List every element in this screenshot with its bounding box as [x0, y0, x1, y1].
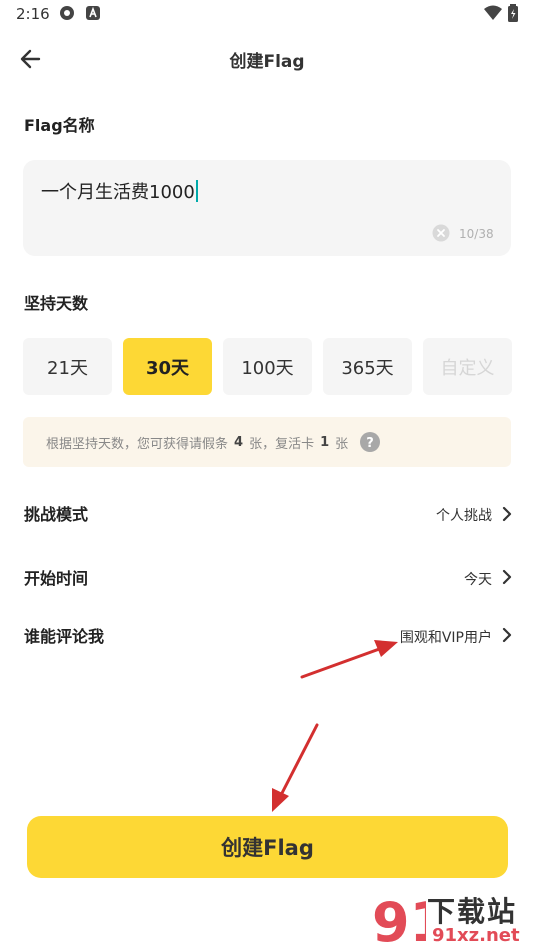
challenge-mode-value: 个人挑战 [436, 508, 492, 524]
comment-permission-label: 谁能评论我 [24, 627, 105, 646]
flag-name-value: 一个月生活费1000 [41, 178, 198, 204]
chevron-right-icon [502, 627, 512, 643]
char-counter: 10/38 [459, 227, 494, 241]
watermark-brand: 下载站 [427, 895, 518, 928]
start-time-label: 开始时间 [24, 569, 89, 588]
svg-text:91: 91 [372, 891, 426, 949]
flag-name-input[interactable]: 一个月生活费1000 10/38 [23, 160, 511, 256]
revive-count: 1 [320, 434, 330, 450]
day-option-365[interactable]: 365天 [323, 338, 412, 395]
annotation-arrow-2 [278, 723, 319, 799]
watermark-logo: 91 [372, 891, 426, 949]
chevron-right-icon [502, 506, 512, 522]
clear-icon[interactable] [432, 224, 450, 242]
info-text-3: 张 [335, 436, 349, 452]
watermark-url: 91xz.net [432, 925, 520, 946]
comment-permission-value: 围观和VIP用户 [399, 630, 492, 646]
day-option-21[interactable]: 21天 [23, 338, 112, 395]
challenge-mode-row[interactable]: 挑战模式 个人挑战 [0, 495, 534, 535]
create-flag-button[interactable]: 创建Flag [27, 816, 508, 878]
help-icon[interactable]: ? [360, 432, 381, 452]
svg-text:?: ? [366, 436, 374, 451]
reward-info-bar: 根据坚持天数，您可获得请假条 4 张，复活卡 1 张 ? [23, 417, 511, 467]
day-option-100[interactable]: 100天 [223, 338, 312, 395]
text-cursor [195, 180, 198, 202]
day-option-30[interactable]: 30天 [123, 338, 212, 395]
sync-icon [60, 6, 74, 20]
comment-permission-row[interactable]: 谁能评论我 围观和VIP用户 [0, 617, 534, 657]
battery-icon [508, 4, 518, 22]
app-notification-icon [86, 6, 100, 20]
start-time-row[interactable]: 开始时间 今天 [0, 559, 534, 599]
page-title: 创建Flag [229, 52, 305, 72]
wifi-icon [484, 5, 502, 20]
status-time: 2:16 [16, 5, 50, 23]
start-time-value: 今天 [464, 572, 492, 588]
day-option-custom[interactable]: 自定义 [423, 338, 512, 395]
leave-count: 4 [234, 434, 244, 450]
flag-name-label: Flag名称 [24, 116, 95, 135]
info-text-2: 张，复活卡 [249, 436, 315, 452]
challenge-mode-label: 挑战模式 [24, 505, 89, 524]
annotation-arrows [272, 640, 398, 812]
annotation-arrowhead-2 [272, 788, 289, 812]
info-text-1: 根据坚持天数，您可获得请假条 [46, 436, 229, 452]
chevron-right-icon [502, 569, 512, 585]
days-label: 坚持天数 [24, 294, 89, 313]
